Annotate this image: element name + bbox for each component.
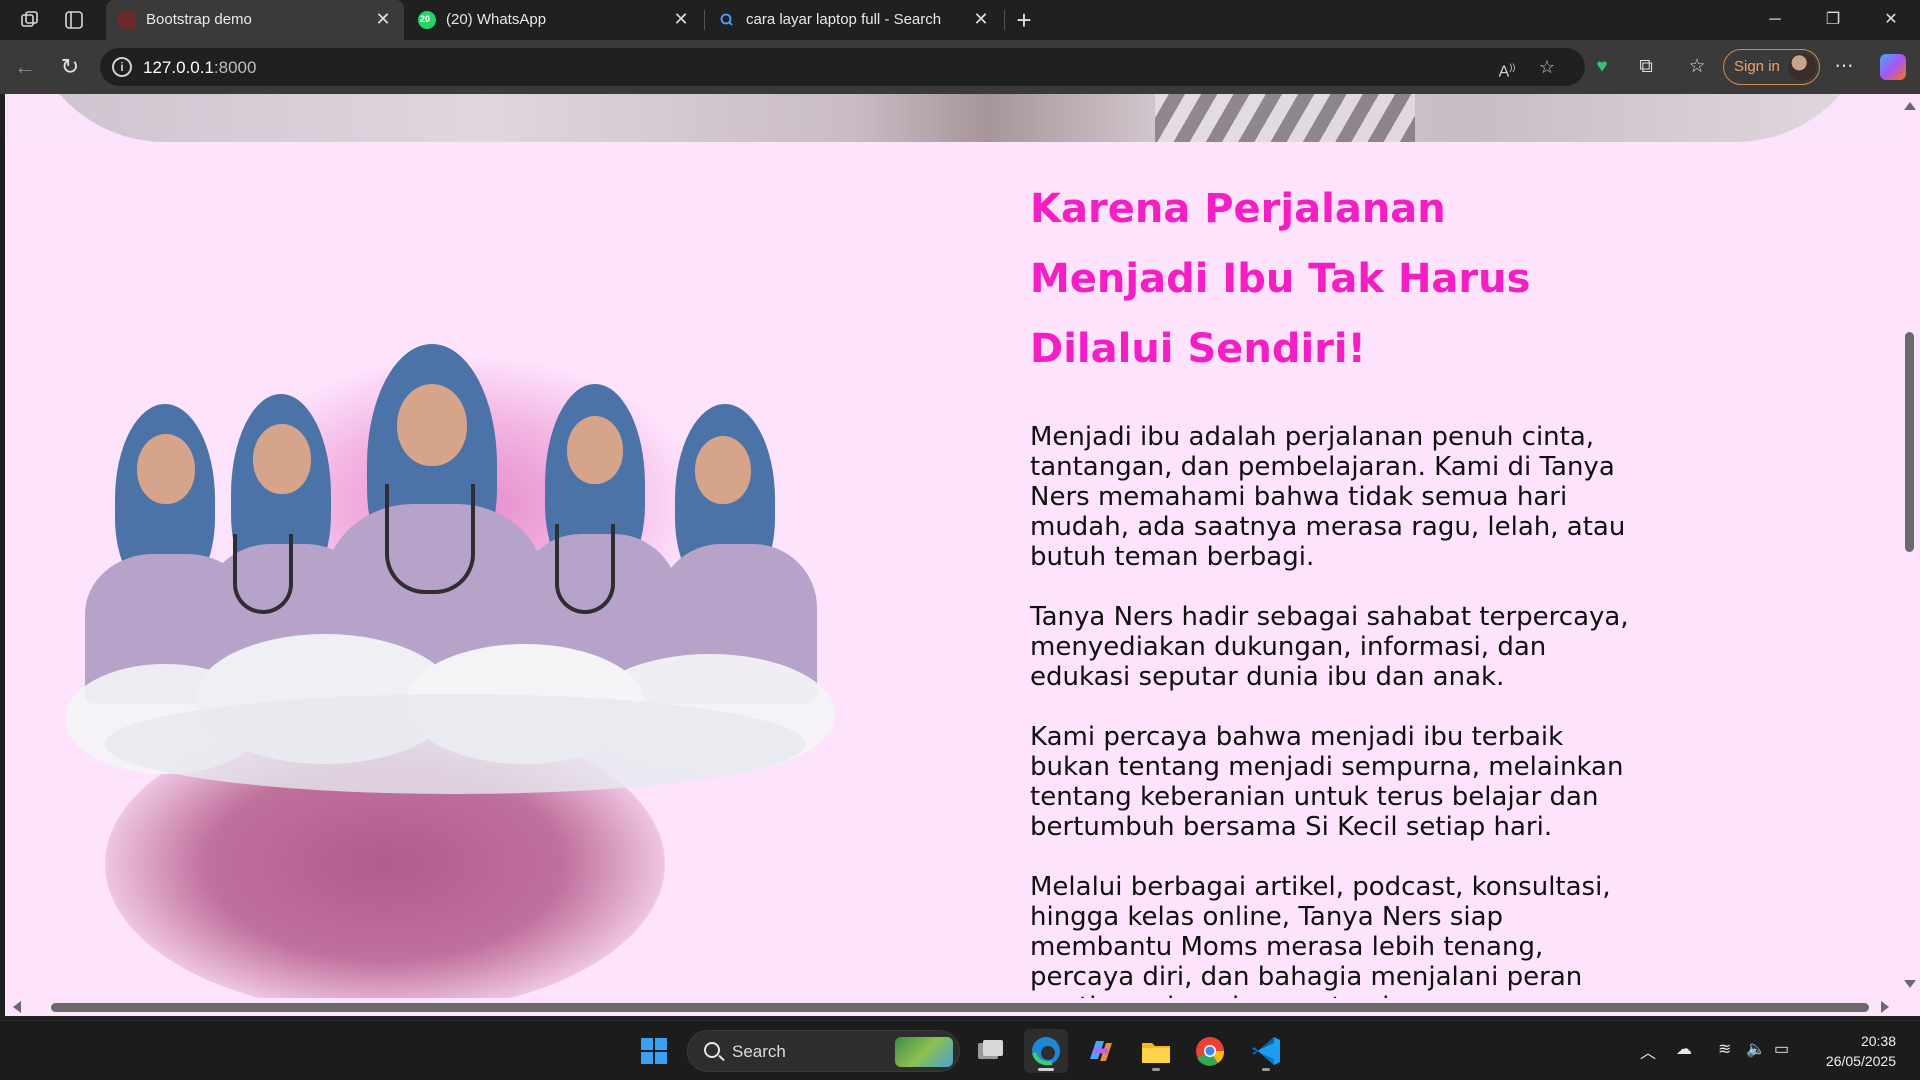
wifi-icon[interactable]: ≋ <box>1718 1039 1731 1059</box>
scrollbar-corner <box>1899 998 1920 1016</box>
more-menu-icon[interactable]: ⋯ <box>1832 55 1856 79</box>
read-aloud-icon[interactable]: A)) <box>1496 56 1518 80</box>
browser-essentials-icon[interactable]: ♥ <box>1590 55 1614 79</box>
search-favicon-icon <box>718 11 736 29</box>
windows-taskbar: Search ︿ ☁ ≋ 🔈 ▭ 20:38 26/05/2025 <box>0 1020 1920 1080</box>
url-host: 127.0.0.1 <box>143 58 214 77</box>
vscode-icon[interactable] <box>1244 1029 1288 1073</box>
whatsapp-favicon-icon: 20 <box>418 11 436 29</box>
avatar <box>1788 53 1816 81</box>
refresh-icon[interactable]: ↻ <box>55 52 85 82</box>
edge-icon[interactable] <box>1024 1029 1068 1073</box>
extensions-icon[interactable]: ⧉ <box>1634 55 1658 79</box>
close-tab-icon[interactable]: ✕ <box>972 10 990 28</box>
horizontal-scrollbar[interactable] <box>5 998 1899 1016</box>
tab-separator <box>704 10 705 30</box>
chrome-icon[interactable] <box>1188 1029 1232 1073</box>
page-viewport[interactable]: Karena Perjalanan Menjadi Ibu Tak Harus … <box>5 94 1899 998</box>
site-info-icon[interactable]: i <box>112 57 132 77</box>
browser-tab-bar: Bootstrap demo ✕ 20 (20) WhatsApp ✕ cara… <box>0 0 1920 40</box>
intro-paragraph: Kami percaya bahwa menjadi ibu terbaik b… <box>1030 722 1624 842</box>
browser-toolbar: ← ↻ i 127.0.0.1:8000 A)) ☆ ♥ ⧉ ☆ Sign in… <box>0 40 1920 94</box>
intro-paragraph: Melalui berbagai artikel, podcast, konsu… <box>1030 872 1611 998</box>
search-icon <box>704 1042 720 1058</box>
tab-search[interactable]: cara layar laptop full - Search ✕ <box>706 0 1002 40</box>
close-tab-icon[interactable]: ✕ <box>374 10 392 28</box>
scroll-left-icon[interactable] <box>13 1001 21 1013</box>
onedrive-offline-icon[interactable]: ☁ <box>1676 1039 1692 1059</box>
new-tab-icon[interactable]: + <box>1002 0 1046 40</box>
sign-in-label: Sign in <box>1734 58 1780 75</box>
intro-paragraph: Menjadi ibu adalah perjalanan penuh cint… <box>1030 422 1626 572</box>
volume-icon[interactable]: 🔈 <box>1746 1039 1766 1059</box>
battery-icon[interactable]: ▭ <box>1774 1039 1789 1059</box>
intro-content: Karena Perjalanan Menjadi Ibu Tak Harus … <box>1030 174 1630 998</box>
search-label: Search <box>732 1042 786 1061</box>
horizontal-scroll-thumb[interactable] <box>51 1003 1869 1012</box>
back-icon[interactable]: ← <box>10 52 40 82</box>
vertical-scrollbar[interactable] <box>1899 94 1920 998</box>
copilot-icon[interactable] <box>1078 1029 1122 1073</box>
tab-bootstrap-demo[interactable]: Bootstrap demo ✕ <box>106 0 404 40</box>
section-headline: Karena Perjalanan Menjadi Ibu Tak Harus … <box>1030 186 1531 372</box>
scroll-up-icon[interactable] <box>1904 102 1916 110</box>
sign-in-button[interactable]: Sign in <box>1723 49 1820 85</box>
clock-time: 20:38 <box>1860 1033 1896 1049</box>
close-tab-icon[interactable]: ✕ <box>672 10 690 28</box>
favorites-icon[interactable]: ☆ <box>1685 55 1709 79</box>
tab-title: Bootstrap demo <box>146 11 252 28</box>
tab-whatsapp[interactable]: 20 (20) WhatsApp ✕ <box>406 0 702 40</box>
search-highlight-image <box>895 1037 953 1067</box>
address-bar[interactable]: i 127.0.0.1:8000 A)) ☆ <box>100 48 1585 86</box>
vertical-tabs-icon[interactable] <box>62 8 86 32</box>
tab-title: (20) WhatsApp <box>446 11 547 28</box>
windows-start-icon[interactable] <box>632 1029 676 1073</box>
clock-date: 26/05/2025 <box>1825 1053 1896 1069</box>
system-clock[interactable]: 20:38 26/05/2025 <box>1812 1031 1896 1071</box>
copilot-icon[interactable] <box>1880 54 1906 80</box>
task-view-icon[interactable] <box>968 1029 1012 1073</box>
tab-title: cara layar laptop full - Search <box>746 11 942 28</box>
vertical-scroll-thumb[interactable] <box>1905 332 1914 552</box>
url-text[interactable]: 127.0.0.1:8000 <box>143 58 256 78</box>
hero-image-bottom <box>5 94 1899 142</box>
show-hidden-icons-icon[interactable]: ︿ <box>1640 1039 1656 1063</box>
nurses-illustration <box>45 294 845 998</box>
scroll-right-icon[interactable] <box>1881 1001 1889 1013</box>
whatsapp-badge: 20 <box>420 14 431 24</box>
file-explorer-icon[interactable] <box>1134 1029 1178 1073</box>
laravel-favicon-icon <box>118 11 136 29</box>
minimize-icon[interactable]: ─ <box>1752 0 1798 40</box>
favorite-star-icon[interactable]: ☆ <box>1536 56 1558 78</box>
scroll-down-icon[interactable] <box>1904 980 1916 988</box>
close-window-icon[interactable]: ✕ <box>1868 0 1914 40</box>
url-port: :8000 <box>213 58 257 77</box>
taskbar-search[interactable]: Search <box>687 1030 960 1072</box>
restore-icon[interactable]: ❐ <box>1810 0 1856 40</box>
workspaces-icon[interactable] <box>18 8 42 32</box>
intro-paragraph: Tanya Ners hadir sebagai sahabat terperc… <box>1030 602 1629 692</box>
